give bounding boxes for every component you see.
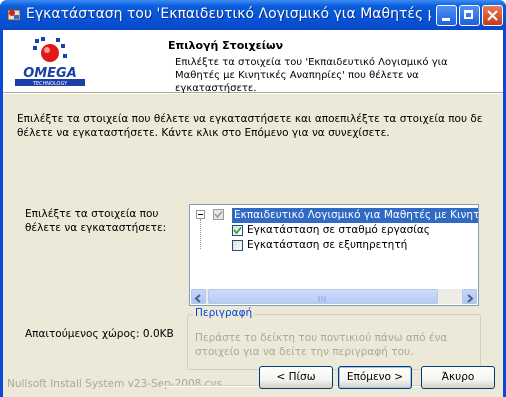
grip-icon [318,296,326,302]
checkmark-icon [233,226,242,235]
omega-logo: OMEGA TECHNOLOGY [15,37,85,87]
close-button[interactable] [482,5,503,26]
scroll-thumb[interactable] [208,289,438,304]
logo-subtext: TECHNOLOGY [32,81,68,87]
close-icon [487,10,498,21]
tree-item-workstation[interactable]: Εγκατάσταση σε σταθμό εργασίας [190,223,478,238]
header-panel: OMEGA TECHNOLOGY Επιλογή Στοιχείων Επιλέ… [3,30,503,94]
cancel-button[interactable]: Άκυρο [421,366,495,389]
workstation-checkbox[interactable] [232,225,243,236]
dialog-body: OMEGA TECHNOLOGY Επιλογή Στοιχείων Επιλέ… [3,30,503,397]
tree-item-label: Εγκατάσταση σε εξυπηρετητή [247,239,408,251]
minimize-button[interactable] [436,5,457,26]
checkmark-icon [214,210,223,219]
installer-app-icon [7,9,21,21]
select-components-label: Επιλέξτε τα στοιχεία που θέλετε να εγκατ… [25,208,167,234]
arrow-left-icon [194,294,201,303]
description-legend: Περιγραφή [193,307,255,319]
tree-item-label: Εγκατάσταση σε σταθμό εργασίας [247,224,430,236]
installer-window: Εγκατάσταση του 'Εκπαιδευτικό Λογισμικό … [0,0,506,397]
header-divider [3,93,503,94]
window-title: Εγκατάσταση του 'Εκπαιδευτικό Λογισμικό … [26,6,431,22]
tree-item-server[interactable]: Εγκατάσταση σε εξυπηρετητή [190,238,478,253]
logo-wordmark: OMEGA [23,66,77,81]
intro-text: Επιλέξτε τα στοιχεία που θέλετε να εγκατ… [17,113,483,139]
scroll-left-button[interactable] [191,289,206,304]
maximize-button[interactable] [459,5,480,26]
next-button[interactable]: Επόμενο > [338,366,412,389]
arrow-right-icon [467,294,474,303]
description-text: Περάστε το δείκτη του ποντικιού πάνω από… [195,332,448,358]
scroll-right-button[interactable] [462,289,477,304]
root-checkbox[interactable] [213,209,224,220]
nsis-branding: Nullsoft Install System v23-Sep-2008.cvs [7,378,223,390]
collapse-expander-icon[interactable] [196,210,205,219]
space-required-label: Απαιτούμενος χώρος: 0.0KB [25,328,174,340]
back-button[interactable]: < Πίσω [259,366,333,389]
server-checkbox[interactable] [232,240,243,251]
tree-root-label[interactable]: Εκπαιδευτικό Λογισμικό για Μαθητές με Κι… [232,208,478,223]
page-title: Επιλογή Στοιχείων [168,39,284,52]
title-bar[interactable]: Εγκατάσταση του 'Εκπαιδευτικό Λογισμικό … [0,0,506,30]
components-tree[interactable]: Εκπαιδευτικό Λογισμικό για Μαθητές με Κι… [189,204,479,306]
page-subtitle: Επιλέξτε τα στοιχεία του 'Εκπαιδευτικό Λ… [175,57,448,94]
horizontal-scrollbar[interactable] [191,289,477,304]
